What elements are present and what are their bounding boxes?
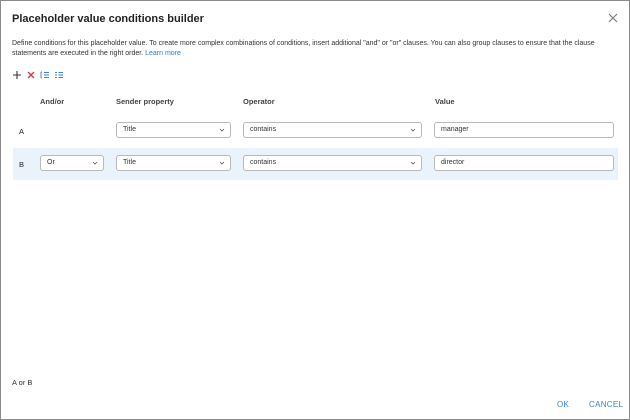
conditions-builder-dialog: Placeholder value conditions builder Def… xyxy=(0,0,630,420)
sender-property-value: Title xyxy=(123,159,136,166)
cancel-button[interactable]: CANCEL xyxy=(589,400,623,409)
column-header-value: Value xyxy=(435,97,455,106)
ok-button[interactable]: OK xyxy=(557,400,569,409)
condition-formula: A or B xyxy=(12,378,33,387)
delete-icon[interactable] xyxy=(26,70,36,80)
value-text: director xyxy=(441,159,465,166)
value-text: manager xyxy=(441,126,469,133)
description-text: Define conditions for this placeholder v… xyxy=(12,40,595,57)
column-header-sender-property: Sender property xyxy=(116,97,174,106)
row-label: A xyxy=(19,127,25,136)
condition-row-b: B Or Title contains director xyxy=(13,148,618,180)
condition-row-a: A Title contains manager xyxy=(13,115,618,147)
operator-dropdown[interactable]: contains xyxy=(243,155,422,171)
sender-property-dropdown[interactable]: Title xyxy=(116,155,231,171)
chevron-down-icon xyxy=(92,161,98,165)
operator-value: contains xyxy=(250,126,277,133)
andor-value: Or xyxy=(47,159,55,166)
toolbar xyxy=(12,70,64,80)
chevron-down-icon xyxy=(219,161,225,165)
chevron-down-icon xyxy=(219,128,225,132)
sender-property-value: Title xyxy=(123,126,136,133)
column-header-andor: And/or xyxy=(40,97,65,106)
dialog-title: Placeholder value conditions builder xyxy=(12,13,204,25)
operator-dropdown[interactable]: contains xyxy=(243,122,422,138)
column-header-operator: Operator xyxy=(243,97,275,106)
value-input[interactable]: manager xyxy=(434,122,614,138)
chevron-down-icon xyxy=(410,128,416,132)
ungroup-icon[interactable] xyxy=(54,70,64,80)
learn-more-link[interactable]: Learn more xyxy=(145,50,181,57)
dialog-description: Define conditions for this placeholder v… xyxy=(12,39,612,59)
value-input[interactable]: director xyxy=(434,155,614,171)
close-icon[interactable] xyxy=(607,12,619,24)
andor-dropdown[interactable]: Or xyxy=(40,155,104,171)
group-icon[interactable] xyxy=(40,70,50,80)
add-icon[interactable] xyxy=(12,70,22,80)
operator-value: contains xyxy=(250,159,277,166)
sender-property-dropdown[interactable]: Title xyxy=(116,122,231,138)
row-label: B xyxy=(19,160,25,169)
chevron-down-icon xyxy=(410,161,416,165)
